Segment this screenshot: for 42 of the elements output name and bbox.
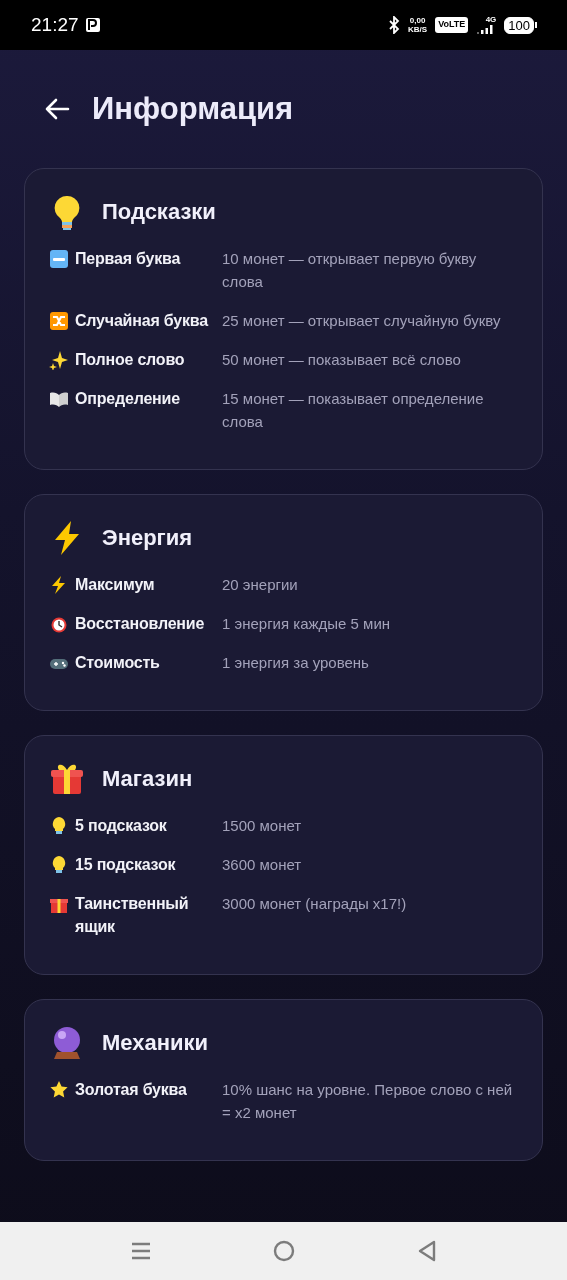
row-value: 10 монет — открывает первую букву слова (222, 249, 478, 292)
row-value: 3000 монет (награды x17!) (222, 894, 408, 914)
speed-unit: KB/S (408, 25, 428, 34)
network-speed: 0,00 (408, 16, 427, 25)
star-icon (49, 1080, 69, 1100)
network-type: 4G (485, 16, 497, 24)
battery-level: 100 (504, 16, 534, 34)
shuffle-icon (49, 311, 69, 331)
clock: 21:27 (31, 12, 79, 37)
page-title: Информация (92, 90, 294, 128)
bluetooth-icon (388, 16, 400, 34)
row-label: Определение (75, 389, 180, 409)
home-button[interactable] (273, 1240, 296, 1262)
menu-button[interactable] (131, 1241, 152, 1261)
row-label: Максимум (75, 575, 155, 595)
card-title: Энергия (102, 524, 193, 552)
row-label: Стоимость (75, 653, 160, 673)
row-value: 15 монет — показывает определение слова (222, 389, 485, 432)
row-label: Восстановление (75, 614, 205, 634)
row-value: 50 монет — показывает всё слово (222, 350, 462, 370)
sparkles-icon (49, 350, 69, 370)
row-value: 1500 монет (222, 816, 303, 836)
row-value: 1 энергия за уровень (222, 653, 370, 673)
back-button[interactable] (44, 98, 70, 120)
row-value: 1 энергия каждые 5 мин (222, 614, 392, 634)
row-label: 15 подсказок (75, 855, 176, 875)
row-label: Таинственный ящик (75, 894, 190, 937)
volte-badge: VoLTE (435, 17, 469, 33)
row-label: Случайная буква (75, 311, 208, 331)
card-title: Подсказки (102, 198, 216, 226)
card-title: Магазин (102, 765, 193, 793)
row-label: Первая буква (75, 249, 181, 269)
row-label: 5 подсказок (75, 816, 167, 836)
parking-icon (84, 17, 101, 33)
row-label: Золотая буква (75, 1080, 187, 1100)
row-label: Полное слово (75, 350, 185, 370)
card-title: Механики (102, 1029, 209, 1057)
row-value: 3600 монет (222, 855, 303, 875)
row-value: 25 монет — открывает случайную букву (222, 311, 502, 331)
row-value: 20 энергии (222, 575, 299, 595)
back-nav-button[interactable] (417, 1240, 436, 1262)
row-value: 10% шанс на уровне. Первое слово с ней = x2 монет (222, 1080, 514, 1123)
